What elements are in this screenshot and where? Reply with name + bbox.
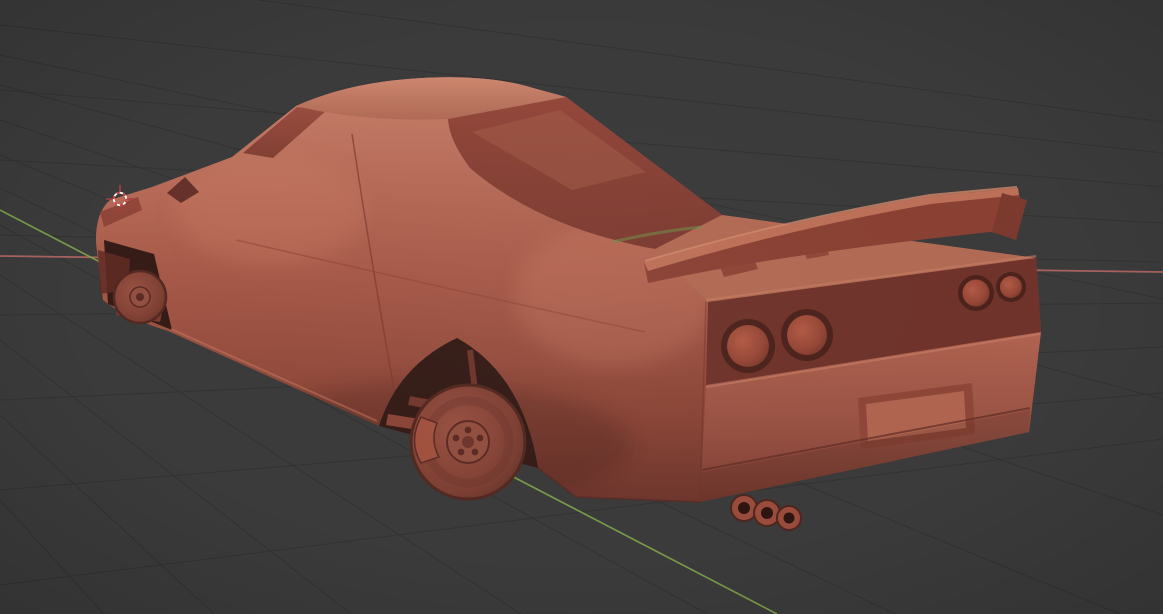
tail-light[interactable] xyxy=(962,279,990,307)
hub-bolt xyxy=(476,434,484,442)
hub-bolt xyxy=(464,426,472,434)
hub-bolt xyxy=(457,448,465,456)
rear-brake-disc[interactable] xyxy=(409,383,527,501)
tail-light[interactable] xyxy=(787,315,827,355)
front-disc-cap xyxy=(136,293,144,301)
exhaust-bore xyxy=(761,507,773,519)
hub-bolt xyxy=(452,434,460,442)
exhaust-bore xyxy=(738,502,750,514)
exhaust-bore xyxy=(783,512,795,524)
tail-light[interactable] xyxy=(1000,276,1022,298)
front-brake-disc[interactable] xyxy=(112,269,168,325)
hub-bolt xyxy=(471,448,479,456)
viewport-3d[interactable] xyxy=(0,0,1163,614)
tail-light[interactable] xyxy=(727,325,769,367)
hub-cap xyxy=(462,436,474,448)
